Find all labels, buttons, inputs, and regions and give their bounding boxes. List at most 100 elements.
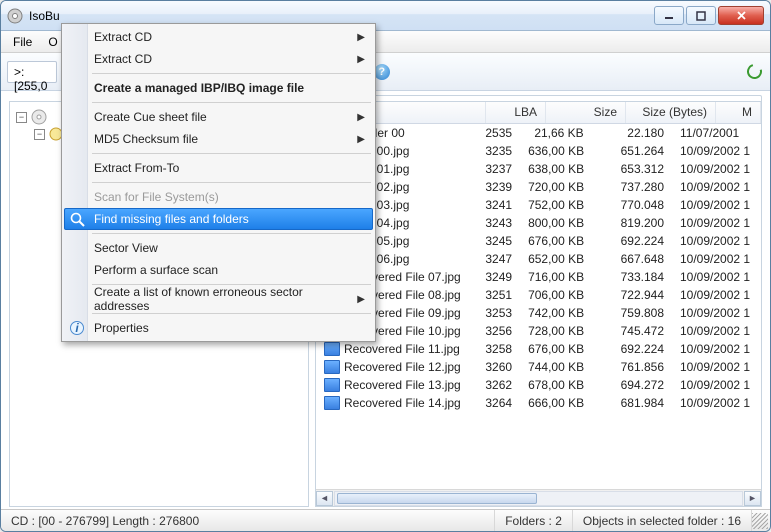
cell-bytes: 692.224	[592, 342, 672, 356]
maximize-button[interactable]	[686, 6, 716, 25]
collapse-icon[interactable]: −	[34, 129, 45, 140]
table-row[interactable]: Recovered File 10.jpg3256728,00 KB745.47…	[316, 322, 761, 340]
horizontal-scrollbar[interactable]: ◄ ►	[316, 489, 761, 506]
file-name: Recovered File 13.jpg	[344, 378, 461, 392]
resize-grip[interactable]	[752, 513, 768, 529]
table-row[interactable]: Recovered File 09.jpg3253742,00 KB759.80…	[316, 304, 761, 322]
menu-item-label: Sector View	[94, 241, 158, 255]
table-row[interactable]: d File 04.jpg3243800,00 KB819.20010/09/2…	[316, 214, 761, 232]
cell-lba: 3251	[466, 288, 520, 302]
statusbar: CD : [00 - 276799] Length : 276800 Folde…	[1, 509, 770, 531]
col-lba[interactable]: LBA	[486, 102, 546, 123]
cell-lba: 3258	[466, 342, 520, 356]
col-modified[interactable]: M	[716, 102, 761, 123]
menu-item-label: Properties	[94, 321, 149, 335]
table-row[interactable]: Recovered File 13.jpg3262678,00 KB694.27…	[316, 376, 761, 394]
menu-item[interactable]: Perform a surface scan	[64, 259, 373, 281]
table-row[interactable]: Recovered File 14.jpg3264666,00 KB681.98…	[316, 394, 761, 412]
menu-item[interactable]: Extract CD ▶	[64, 26, 373, 48]
minimize-button[interactable]	[654, 6, 684, 25]
menu-item[interactable]: Create Cue sheet file ▶	[64, 106, 373, 128]
scroll-track[interactable]	[334, 491, 743, 506]
menu-file[interactable]: File	[5, 32, 40, 52]
cell-modified: 10/09/2002 1	[672, 288, 761, 302]
cell-modified: 10/09/2002 1	[672, 360, 761, 374]
submenu-arrow-icon: ▶	[357, 112, 365, 123]
file-name: Recovered File 11.jpg	[344, 342, 460, 356]
collapse-icon[interactable]: −	[16, 112, 27, 123]
col-size[interactable]: Size	[546, 102, 626, 123]
menu-separator	[92, 102, 371, 103]
table-row[interactable]: d File 06.jpg3247652,00 KB667.64810/09/2…	[316, 250, 761, 268]
menu-item[interactable]: MD5 Checksum file▶	[64, 128, 373, 150]
menu-item[interactable]: Extract From-To	[64, 157, 373, 179]
cell-modified: 10/09/2002 1	[672, 216, 761, 230]
cell-modified: 11/07/2001	[672, 126, 761, 140]
submenu-arrow-icon: ▶	[357, 32, 365, 43]
cell-bytes: 22.180	[592, 126, 672, 140]
menu-item[interactable]: Create a managed IBP/IBQ image file	[64, 77, 373, 99]
menu-separator	[92, 73, 371, 74]
menu-item[interactable]: Create a list of known erroneous sector …	[64, 288, 373, 310]
cell-bytes: 745.472	[592, 324, 672, 338]
cell-modified: 10/09/2002 1	[672, 324, 761, 338]
refresh-icon[interactable]	[744, 62, 764, 82]
cell-lba: 3243	[466, 216, 520, 230]
cell-bytes: 761.856	[592, 360, 672, 374]
cell-size: 744,00 KB	[520, 360, 592, 374]
menu-item-label: Extract CD	[94, 30, 152, 44]
scroll-right-button[interactable]: ►	[744, 491, 761, 506]
cell-lba: 3237	[466, 162, 520, 176]
menu-item[interactable]: Extract CD ▶	[64, 48, 373, 70]
context-menu: Extract CD ▶Extract CD ▶Create a managed…	[61, 23, 376, 342]
table-row[interactable]: d File 03.jpg3241752,00 KB770.04810/09/2…	[316, 196, 761, 214]
menu-item-label: MD5 Checksum file	[94, 132, 198, 146]
menu-item[interactable]: Sector View	[64, 237, 373, 259]
table-row[interactable]: Recovered File 12.jpg3260744,00 KB761.85…	[316, 358, 761, 376]
col-bytes[interactable]: Size (Bytes)	[626, 102, 716, 123]
scroll-thumb[interactable]	[337, 493, 537, 504]
submenu-arrow-icon: ▶	[357, 54, 365, 65]
table-row[interactable]: d File 01.jpg3237638,00 KB653.31210/09/2…	[316, 160, 761, 178]
menu-item-label: Create Cue sheet file	[94, 110, 207, 124]
cell-modified: 10/09/2002 1	[672, 342, 761, 356]
table-row[interactable]: Recovered File 08.jpg3251706,00 KB722.94…	[316, 286, 761, 304]
cell-size: 652,00 KB	[520, 252, 592, 266]
menu-item[interactable]: Find missing files and folders	[64, 208, 373, 230]
file-name: Recovered File 14.jpg	[344, 396, 461, 410]
cell-lba: 3247	[466, 252, 520, 266]
table-row[interactable]: d File 02.jpg3239720,00 KB737.28010/09/2…	[316, 178, 761, 196]
cell-lba: 3239	[466, 180, 520, 194]
menu-item-label: Extract CD	[94, 52, 155, 66]
cell-bytes: 651.264	[592, 144, 672, 158]
menu-item-label: Create a list of known erroneous sector …	[94, 285, 349, 313]
cell-size: 636,00 KB	[520, 144, 592, 158]
cell-bytes: 692.224	[592, 234, 672, 248]
cell-modified: 10/09/2002 1	[672, 162, 761, 176]
menu-item[interactable]: iProperties	[64, 317, 373, 339]
cell-bytes: 722.944	[592, 288, 672, 302]
cell-modified: 10/09/2002 1	[672, 234, 761, 248]
cell-size: 728,00 KB	[520, 324, 592, 338]
status-folders: Folders : 2	[495, 510, 573, 531]
cell-bytes: 737.280	[592, 180, 672, 194]
cell-lba: 3241	[466, 198, 520, 212]
table-row[interactable]: d Folder 00253521,66 KB22.18011/07/2001	[316, 124, 761, 142]
scroll-left-button[interactable]: ◄	[316, 491, 333, 506]
address-box[interactable]: >: [255,0	[7, 61, 57, 83]
menu-separator	[92, 313, 371, 314]
list-body[interactable]: d Folder 00253521,66 KB22.18011/07/2001 …	[316, 124, 761, 489]
table-row[interactable]: d File 00.jpg3235636,00 KB651.26410/09/2…	[316, 142, 761, 160]
cell-size: 678,00 KB	[520, 378, 592, 392]
cell-modified: 10/09/2002 1	[672, 144, 761, 158]
table-row[interactable]: Recovered File 11.jpg3258676,00 KB692.22…	[316, 340, 761, 358]
cell-lba: 3235	[466, 144, 520, 158]
cell-bytes: 653.312	[592, 162, 672, 176]
cell-modified: 10/09/2002 1	[672, 180, 761, 194]
cell-modified: 10/09/2002 1	[672, 378, 761, 392]
menu-item-label: Scan for File System(s)	[94, 190, 219, 204]
table-row[interactable]: d File 05.jpg3245676,00 KB692.22410/09/2…	[316, 232, 761, 250]
close-button[interactable]	[718, 6, 764, 25]
magnify-icon	[69, 211, 87, 229]
table-row[interactable]: Recovered File 07.jpg3249716,00 KB733.18…	[316, 268, 761, 286]
